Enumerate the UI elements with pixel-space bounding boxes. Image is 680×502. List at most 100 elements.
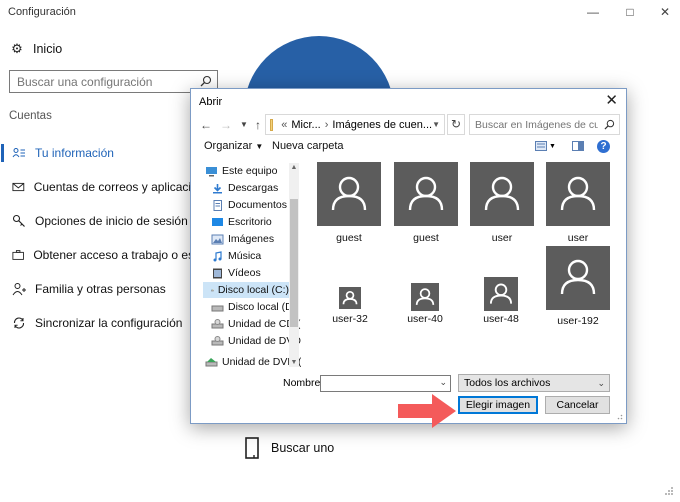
download-icon <box>213 183 222 193</box>
briefcase-icon <box>12 250 24 260</box>
browse-button[interactable]: Buscar uno <box>245 437 334 459</box>
music-icon <box>213 250 222 261</box>
file-name: user-32 <box>332 313 368 325</box>
mail-icon <box>12 182 25 192</box>
tree-scrollbar[interactable]: ▲ ▼ <box>289 163 299 367</box>
refresh-button[interactable]: ↻ <box>447 114 465 135</box>
help-button[interactable]: ? <box>597 138 610 154</box>
tree-item-downloads[interactable]: Descargas <box>211 180 278 196</box>
search-icon[interactable] <box>200 75 212 87</box>
search-icon[interactable] <box>604 119 615 130</box>
window-title: Configuración <box>8 6 76 18</box>
user-avatar-icon <box>317 162 381 226</box>
tree-item-this-pc[interactable]: Este equipo <box>205 163 277 179</box>
user-avatar-icon <box>546 246 610 310</box>
nav-item-family[interactable]: Familia y otras personas <box>0 272 200 306</box>
settings-nav: Tu información Cuentas de correos y apli… <box>0 136 200 340</box>
dialog-search-input[interactable] <box>470 115 598 134</box>
open-file-dialog: Abrir ✕ ← → ▼ ↑ « Micr... › Imágenes de … <box>190 88 627 424</box>
folder-icon <box>270 118 274 131</box>
user-avatar-icon <box>339 287 361 309</box>
nav-item-work-access[interactable]: Obtener acceso a trabajo o escuela <box>0 238 200 272</box>
preview-pane-icon <box>572 141 584 151</box>
view-options-button[interactable]: ▼ <box>535 138 556 154</box>
user-avatar-icon <box>411 283 439 311</box>
preview-pane-button[interactable] <box>572 138 584 154</box>
breadcrumb-separator-icon: › <box>324 118 329 131</box>
dialog-close-button[interactable]: ✕ <box>605 91 618 109</box>
chevron-down-icon: ▼ <box>255 142 264 151</box>
tree-item-pictures[interactable]: Imágenes <box>211 231 274 247</box>
tree-item-dvd-drive[interactable]: Unidad de DVD ( <box>211 333 301 349</box>
tree-label: Disco local (C:) <box>217 284 289 296</box>
organize-button[interactable]: Organizar ▼ <box>204 140 263 152</box>
file-type-select[interactable]: Todos los archivos ⌄ <box>458 374 610 392</box>
tree-label: Vídeos <box>228 267 261 279</box>
dvd-drive-icon <box>211 335 224 345</box>
tree-label: Escritorio <box>228 216 272 228</box>
minimize-button[interactable]: — <box>583 4 603 20</box>
file-type-value: Todos los archivos <box>464 377 551 389</box>
close-button[interactable]: ✕ <box>655 4 675 20</box>
recent-chevron-icon[interactable]: ▼ <box>237 118 251 132</box>
cd-drive-icon <box>211 318 224 328</box>
tree-item-music[interactable]: Música <box>211 248 261 264</box>
chevron-down-icon[interactable]: ⌄ <box>439 377 447 388</box>
overflow-chevron-icon: « <box>281 118 288 131</box>
up-arrow-icon[interactable]: ↑ <box>251 118 265 132</box>
cancel-button[interactable]: Cancelar <box>545 396 610 414</box>
tree-item-documents[interactable]: Documentos <box>211 197 287 213</box>
tree-item-cd-drive[interactable]: Unidad de CD (H <box>211 316 301 332</box>
sync-icon <box>13 317 25 329</box>
person-card-icon <box>12 148 25 158</box>
maximize-button[interactable]: □ <box>620 4 640 20</box>
scroll-down-icon[interactable]: ▼ <box>289 359 299 366</box>
scrollbar-thumb[interactable] <box>290 199 298 327</box>
nav-item-sign-in-options[interactable]: Opciones de inicio de sesión <box>0 204 200 238</box>
back-arrow-icon[interactable]: ← <box>199 118 213 132</box>
breadcrumb-item[interactable]: Micr... <box>291 119 320 131</box>
picture-icon <box>211 234 224 244</box>
user-avatar-icon <box>394 162 458 226</box>
resize-grip-icon[interactable] <box>664 486 674 496</box>
nav-label: Obtener acceso a trabajo o escuela <box>33 248 200 262</box>
desktop-icon <box>212 217 223 226</box>
nav-item-email-accounts[interactable]: Cuentas de correos y aplicaciones <box>0 170 200 204</box>
tree-item-local-disk-d[interactable]: Disco local (D:) <box>211 299 299 315</box>
settings-search-input[interactable] <box>10 71 190 92</box>
breadcrumb-item[interactable]: Imágenes de cuen... <box>332 119 432 131</box>
tree-item-dvd-drive-i[interactable]: Unidad de DVD (I: <box>205 354 301 369</box>
tree-item-desktop[interactable]: Escritorio <box>211 214 272 230</box>
view-icon <box>535 141 547 151</box>
nav-item-your-info[interactable]: Tu información <box>0 136 200 170</box>
dialog-title: Abrir <box>199 96 223 108</box>
nav-label: Familia y otras personas <box>35 282 166 296</box>
navigation-tree: Este equipo Descargas Documentos Escrito… <box>203 161 301 369</box>
settings-search-box[interactable] <box>9 70 218 93</box>
nav-label: Sincronizar la configuración <box>35 316 183 330</box>
home-nav-item[interactable]: ⚙ Inicio <box>10 40 62 58</box>
new-folder-button[interactable]: Nueva carpeta <box>272 140 344 152</box>
folder-browse-icon <box>245 437 259 459</box>
browse-label: Buscar uno <box>271 441 335 455</box>
choose-image-button[interactable]: Elegir imagen <box>458 396 538 414</box>
tree-label: Descargas <box>228 182 279 194</box>
tree-item-local-disk-c[interactable]: Disco local (C:) <box>203 282 289 298</box>
gear-icon: ⚙ <box>11 41 23 56</box>
dialog-search-box[interactable] <box>469 114 620 135</box>
document-icon <box>213 199 222 211</box>
filename-input[interactable] <box>321 376 433 391</box>
forward-arrow-icon[interactable]: → <box>219 118 233 132</box>
dialog-resize-grip-icon[interactable] <box>615 412 623 420</box>
tree-item-videos[interactable]: Vídeos <box>211 265 261 281</box>
address-bar[interactable]: « Micr... › Imágenes de cuen... ▼ <box>265 114 445 135</box>
key-icon <box>12 214 25 227</box>
tree-label: Este equipo <box>222 165 278 177</box>
chevron-down-icon: ▼ <box>549 142 556 150</box>
tree-label: Documentos <box>228 199 287 211</box>
filename-combobox[interactable]: ⌄ <box>320 375 451 392</box>
nav-item-sync[interactable]: Sincronizar la configuración <box>0 306 200 340</box>
settings-titlebar: Configuración — □ ✕ <box>0 0 680 26</box>
chevron-down-icon[interactable]: ▼ <box>432 120 440 129</box>
scroll-up-icon[interactable]: ▲ <box>289 164 299 171</box>
